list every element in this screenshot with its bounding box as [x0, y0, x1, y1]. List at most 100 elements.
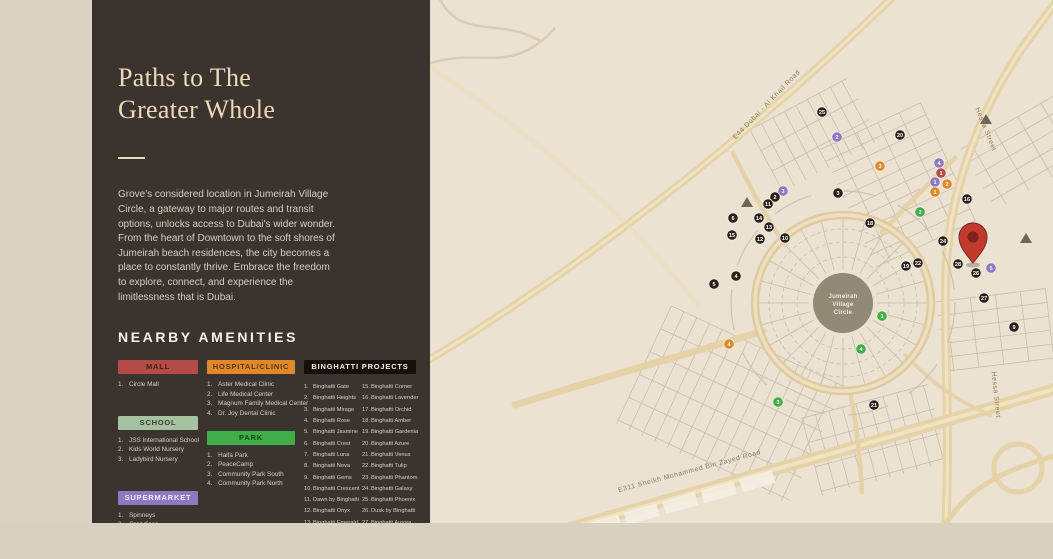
amenity-item: 8.Binghatti Nova [304, 461, 358, 472]
svg-text:25: 25 [819, 110, 825, 116]
map-marker-5: 5 [986, 263, 996, 273]
hospital-header: HOSPITAL/CLINIC [207, 360, 295, 374]
map-marker-11: 11 [763, 199, 773, 209]
map-marker-4: 4 [731, 271, 741, 281]
map-marker-10: 10 [780, 233, 790, 243]
amenity-item: 26.Dusk by Binghatti [362, 506, 416, 517]
svg-text:5: 5 [989, 266, 992, 272]
binghatti-list-right: 15.Binghatti Corner16.Binghatti Lavender… [362, 382, 416, 540]
amenity-item: 3.Choithrams [118, 530, 198, 540]
amenity-item: 5.Binghatti Jasmine [304, 427, 358, 438]
amenity-item: 27.Binghatti Aurora [362, 518, 416, 529]
svg-text:13: 13 [766, 225, 772, 231]
svg-text:3: 3 [836, 191, 839, 197]
svg-text:27: 27 [981, 296, 987, 302]
map-marker-4: 4 [724, 339, 734, 349]
map-marker-16: 16 [962, 194, 972, 204]
supermarket-list: 1.Spinneys2.Grandiose3.Choithrams4.Nesto… [118, 511, 198, 559]
amenity-item: 20.Binghatti Azure [362, 439, 416, 450]
amenity-item: 2.Grandiose [118, 520, 198, 530]
svg-text:9: 9 [1012, 325, 1015, 331]
map-marker-4: 4 [934, 158, 944, 168]
amenity-item: 2.Binghatti Heights [304, 393, 358, 404]
title-line-1: Paths to The [118, 63, 251, 92]
map-marker-26: 26 [971, 268, 981, 278]
map-marker-21: 21 [869, 400, 879, 410]
amenity-item: 24.Binghatti Galaxy [362, 484, 416, 495]
amenity-item: 9.Binghatti Gems [304, 473, 358, 484]
amenity-item: 11.Dawn by Binghatti [304, 495, 358, 506]
amenity-item: 19.Binghatti Gardenia [362, 427, 416, 438]
svg-text:1: 1 [933, 190, 936, 196]
svg-text:24: 24 [940, 239, 947, 245]
amenity-item: 3.Magnum Family Medical Center [207, 399, 295, 409]
mall-list: 1.Circle Mall [118, 380, 198, 390]
svg-text:15: 15 [729, 233, 735, 239]
amenity-item: 23.Binghatti Phantom [362, 473, 416, 484]
nearby-amenities-heading: NEARBY AMENITIES [118, 329, 430, 345]
amenity-item: 1.Spinneys [118, 511, 198, 521]
amenity-item: 1.Aster Medical Clinic [207, 380, 295, 390]
amenity-item: 12.Binghatti Onyx [304, 506, 358, 517]
svg-text:16: 16 [964, 197, 970, 203]
title-line-2: Greater Whole [118, 95, 275, 124]
svg-text:5: 5 [712, 282, 715, 288]
map-marker-1: 1 [877, 311, 887, 321]
amenity-item: 4.Dr. Joy Dental Clinic [207, 409, 295, 419]
map-marker-5: 5 [709, 279, 719, 289]
park-section: PARK 1.Halfa Park2.PeaceCamp3.Community … [207, 431, 295, 489]
svg-text:10: 10 [782, 236, 788, 242]
svg-text:2: 2 [835, 135, 838, 141]
map-marker-27: 27 [979, 293, 989, 303]
amenity-item: 1.Halfa Park [207, 451, 295, 461]
amenity-item: 15.Binghatti Corner [362, 382, 416, 393]
map-marker-3: 3 [833, 188, 843, 198]
amenity-item: 13.Binghatti Emerald [304, 518, 358, 529]
map-marker-22: 22 [913, 258, 923, 268]
svg-text:2: 2 [773, 195, 776, 201]
map-marker-2: 2 [915, 207, 925, 217]
svg-text:18: 18 [867, 221, 873, 227]
park-list: 1.Halfa Park2.PeaceCamp3.Community Park … [207, 451, 295, 489]
mall-header: MALL [118, 360, 198, 374]
svg-text:19: 19 [903, 264, 909, 270]
amenity-item: 18.Binghatti Amber [362, 416, 416, 427]
amenity-item: 3.Binghatti Mirage [304, 405, 358, 416]
map-marker-15: 15 [727, 230, 737, 240]
svg-text:20: 20 [897, 133, 903, 139]
amenity-item: 2.Life Medical Center [207, 390, 295, 400]
svg-text:1: 1 [939, 171, 942, 177]
svg-text:22: 22 [915, 261, 921, 267]
amenity-item: 1.Binghatti Gate [304, 382, 358, 393]
svg-text:1: 1 [880, 314, 883, 320]
svg-text:3: 3 [776, 400, 779, 406]
amenities-columns: MALL 1.Circle Mall SCHOOL 1.JSS Internat… [118, 360, 430, 558]
amenity-item: 16.Binghatti Lavender [362, 393, 416, 404]
svg-text:6: 6 [731, 216, 734, 222]
svg-text:1: 1 [933, 180, 936, 186]
jvc-label-line2: Village [832, 302, 854, 308]
map-marker-2: 2 [832, 132, 842, 142]
amenity-item: 17.Binghatti Orchid [362, 405, 416, 416]
binghatti-projects-header: BINGHATTI PROJECTS [304, 360, 416, 374]
jvc-label-line3: Circle [834, 310, 853, 316]
amenity-item: 4.Nesto Hypermarket [118, 539, 198, 549]
amenity-item: 1.Circle Mall [118, 380, 198, 390]
svg-text:3: 3 [781, 189, 784, 195]
map-marker-9: 9 [1009, 322, 1019, 332]
amenity-item: 1.JSS International School [118, 436, 198, 446]
map-marker-1: 1 [936, 168, 946, 178]
amenity-item: 4.Binghatti Rose [304, 416, 358, 427]
hospital-list: 1.Aster Medical Clinic2.Life Medical Cen… [207, 380, 295, 418]
jvc-label-line1: Jumeirah [828, 294, 857, 300]
map-marker-1: 1 [930, 187, 940, 197]
map-marker-18: 18 [865, 218, 875, 228]
map-marker-28: 28 [953, 259, 963, 269]
map-marker-1: 1 [930, 177, 940, 187]
amenity-item: 2.PeaceCamp [207, 460, 295, 470]
amenity-item: 22.Binghatti Tulip [362, 461, 416, 472]
svg-text:3: 3 [878, 164, 881, 170]
supermarket-section: SUPERMARKET 1.Spinneys2.Grandiose3.Choit… [118, 491, 198, 559]
svg-text:28: 28 [955, 262, 961, 268]
supermarket-header: SUPERMARKET [118, 491, 198, 505]
